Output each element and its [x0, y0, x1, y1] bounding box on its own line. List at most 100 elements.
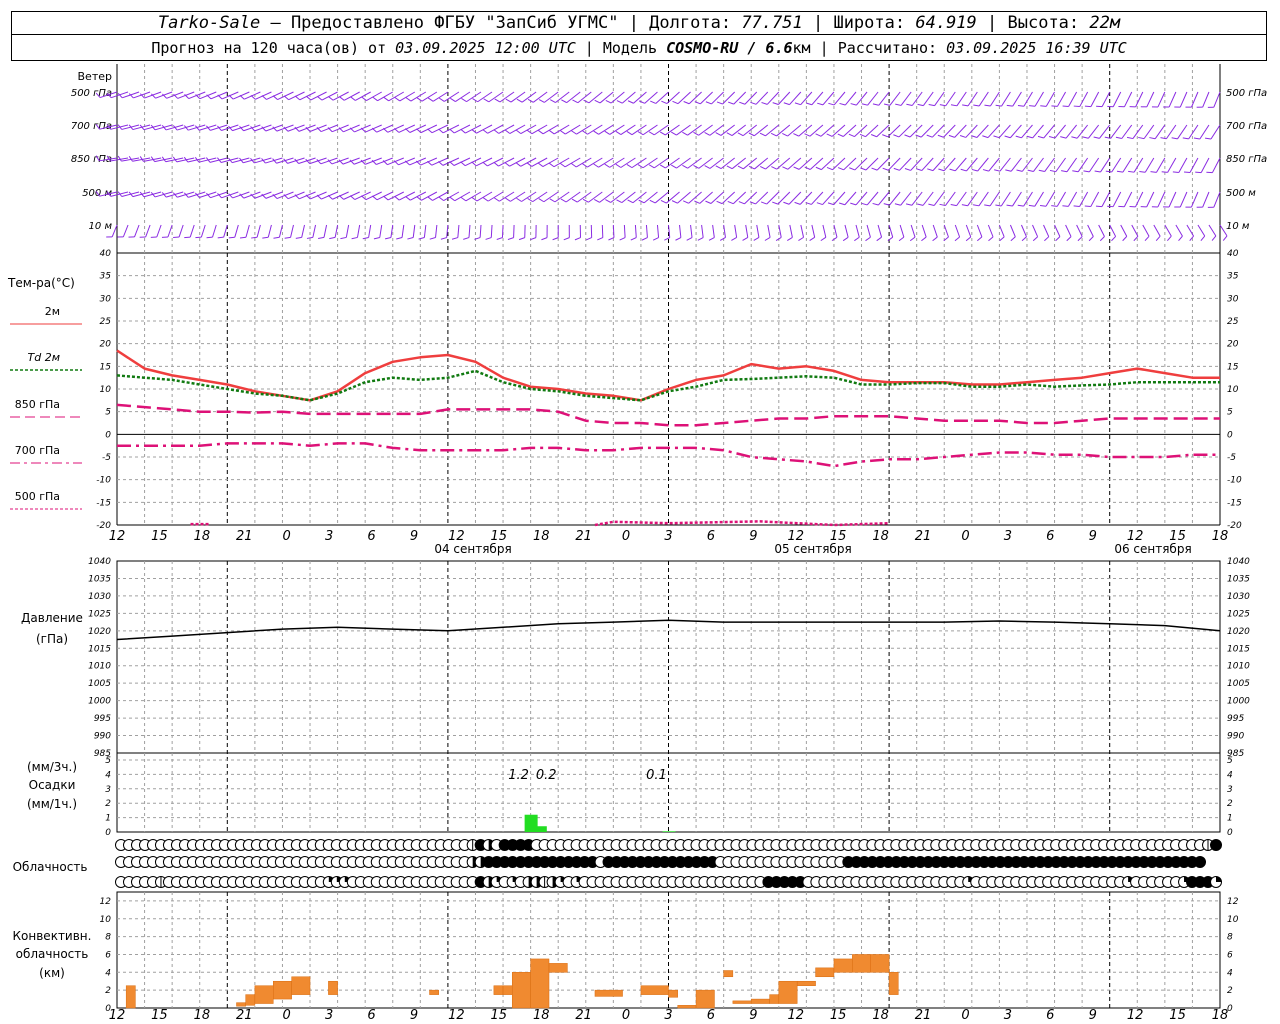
prec-ytick-right: 4: [1227, 770, 1233, 780]
time-tick-upper: 9: [410, 529, 418, 544]
wind-barb-flag: [1073, 205, 1080, 207]
wind-barb-flag: [764, 236, 771, 241]
prec-ytick-right: 0: [1227, 828, 1233, 838]
wind-barb-flag: [686, 237, 693, 241]
time-tick-lower: 18: [872, 1008, 889, 1023]
wind-barb-flag: [1026, 135, 1033, 139]
wind-barb-flag: [999, 236, 1005, 242]
time-tick-lower: 12: [1127, 1008, 1144, 1023]
wind-barb-flag: [1160, 137, 1167, 140]
wind-barb-flag: [1072, 170, 1079, 173]
wind-barb-staff: [1076, 224, 1083, 237]
prec-ytick-left: 4: [105, 770, 111, 780]
wind-barb-flag: [1006, 204, 1013, 207]
wind-barb-flag: [1038, 169, 1045, 173]
wind-barb-flag: [460, 161, 466, 167]
wind-level-label-right: 700 гПа: [1226, 121, 1267, 132]
wind-barb-flag: [1138, 136, 1145, 140]
time-tick-lower: 21: [915, 1008, 932, 1023]
wind-barb-flag: [971, 168, 978, 172]
pres-ytick-left: 1035: [88, 574, 111, 584]
wind-barb-flag: [783, 102, 790, 106]
wind-barb-flag: [383, 195, 389, 201]
time-tick-upper: 6: [367, 529, 375, 544]
wind-barb-staff: [1165, 124, 1177, 140]
meteogram: 1212151518182121003366991212151518182121…: [7, 64, 1267, 1023]
wind-barb-staff: [844, 224, 849, 238]
pres-ytick-left: 1025: [88, 609, 111, 619]
wind-barb-flag: [716, 200, 723, 205]
wind-barb-flag: [405, 128, 411, 133]
wind-barb-flag: [329, 236, 336, 240]
wind-barb-flag: [870, 134, 877, 138]
temp-ytick-right: 30: [1227, 294, 1239, 304]
wind-barb-staff: [1177, 124, 1188, 140]
wind-barb-staff: [1101, 91, 1111, 107]
wind-barb-flag: [538, 99, 545, 103]
wind-barb-staff: [379, 224, 383, 238]
wind-barb-staff: [734, 224, 738, 238]
wind-barb-flag: [850, 103, 857, 106]
pres-ytick-left: 990: [94, 732, 111, 742]
wind-barb-staff: [499, 91, 515, 103]
time-tick-lower: 18: [194, 1008, 211, 1023]
temp-title: Тем-ра(°C): [7, 276, 75, 290]
time-tick-lower: 21: [575, 1008, 592, 1023]
wind-barb-staff: [1179, 91, 1188, 108]
wind-level-label: 700 гПа: [71, 121, 112, 132]
wind-barb-flag: [882, 167, 889, 171]
wind-barb-flag: [317, 95, 323, 101]
wind-barb-staff: [1054, 224, 1061, 237]
time-tick-lower: 3: [664, 1008, 672, 1023]
wind-barb-flag: [340, 236, 347, 240]
temp-legend-label: 700 гПа: [15, 444, 60, 457]
wind-barb-flag: [839, 102, 846, 106]
wind-barb-flag: [772, 201, 779, 205]
wind-barb-flag: [526, 129, 533, 135]
wind-barb-staff: [554, 191, 570, 203]
convective-bar: [732, 1000, 752, 1004]
wind-barb-flag: [604, 130, 611, 135]
wind-barb-staff: [401, 224, 405, 238]
wind-barb-staff: [245, 224, 250, 238]
wind-barb-flag: [272, 95, 278, 100]
wind-barb-staff: [1191, 191, 1199, 208]
wind-barb-flag: [708, 237, 715, 241]
wind-barb-flag: [820, 236, 827, 242]
wind-barb-staff: [612, 224, 615, 238]
wind-barb-staff: [212, 224, 217, 238]
pressure-unit: (гПа): [36, 632, 68, 646]
wind-barb-staff: [178, 224, 184, 238]
wind-barb-flag: [641, 237, 648, 241]
wind-barb-flag: [949, 168, 956, 172]
wind-barb-flag: [471, 197, 478, 202]
wind-barb-flag: [505, 197, 511, 202]
wind-barb-staff: [510, 91, 526, 103]
pres-ytick-right: 1020: [1227, 627, 1250, 637]
wind-barb-flag: [988, 236, 994, 242]
wind-barb-staff: [435, 224, 438, 238]
wind-barb-staff: [989, 191, 1000, 207]
wind-barb-flag: [460, 128, 466, 134]
wind-barb-flag: [1144, 235, 1150, 242]
wind-barb-staff: [756, 224, 760, 238]
wind-barb-staff: [987, 224, 994, 238]
wind-barb-flag: [604, 163, 610, 168]
wind-barb-staff: [977, 157, 989, 172]
wind-barb-staff: [932, 224, 938, 238]
pres-ytick-left: 1005: [88, 679, 111, 689]
time-tick-upper: 9: [1089, 529, 1097, 544]
time-tick-lower: 15: [830, 1008, 847, 1023]
wind-barb-flag: [427, 128, 433, 134]
wind-barb-staff: [488, 91, 504, 103]
wind-barb-flag: [671, 131, 677, 136]
wind-barb-staff: [1023, 91, 1033, 107]
wind-barb-staff: [877, 224, 883, 238]
convective-bar: [640, 985, 669, 995]
wind-barb-flag: [905, 203, 913, 206]
conv-title-2: облачность: [16, 947, 89, 961]
wind-barb-flag: [1016, 169, 1023, 172]
wind-barb-staff: [690, 224, 693, 238]
pres-ytick-left: 1040: [88, 557, 111, 567]
wind-barb-staff: [1208, 224, 1217, 237]
